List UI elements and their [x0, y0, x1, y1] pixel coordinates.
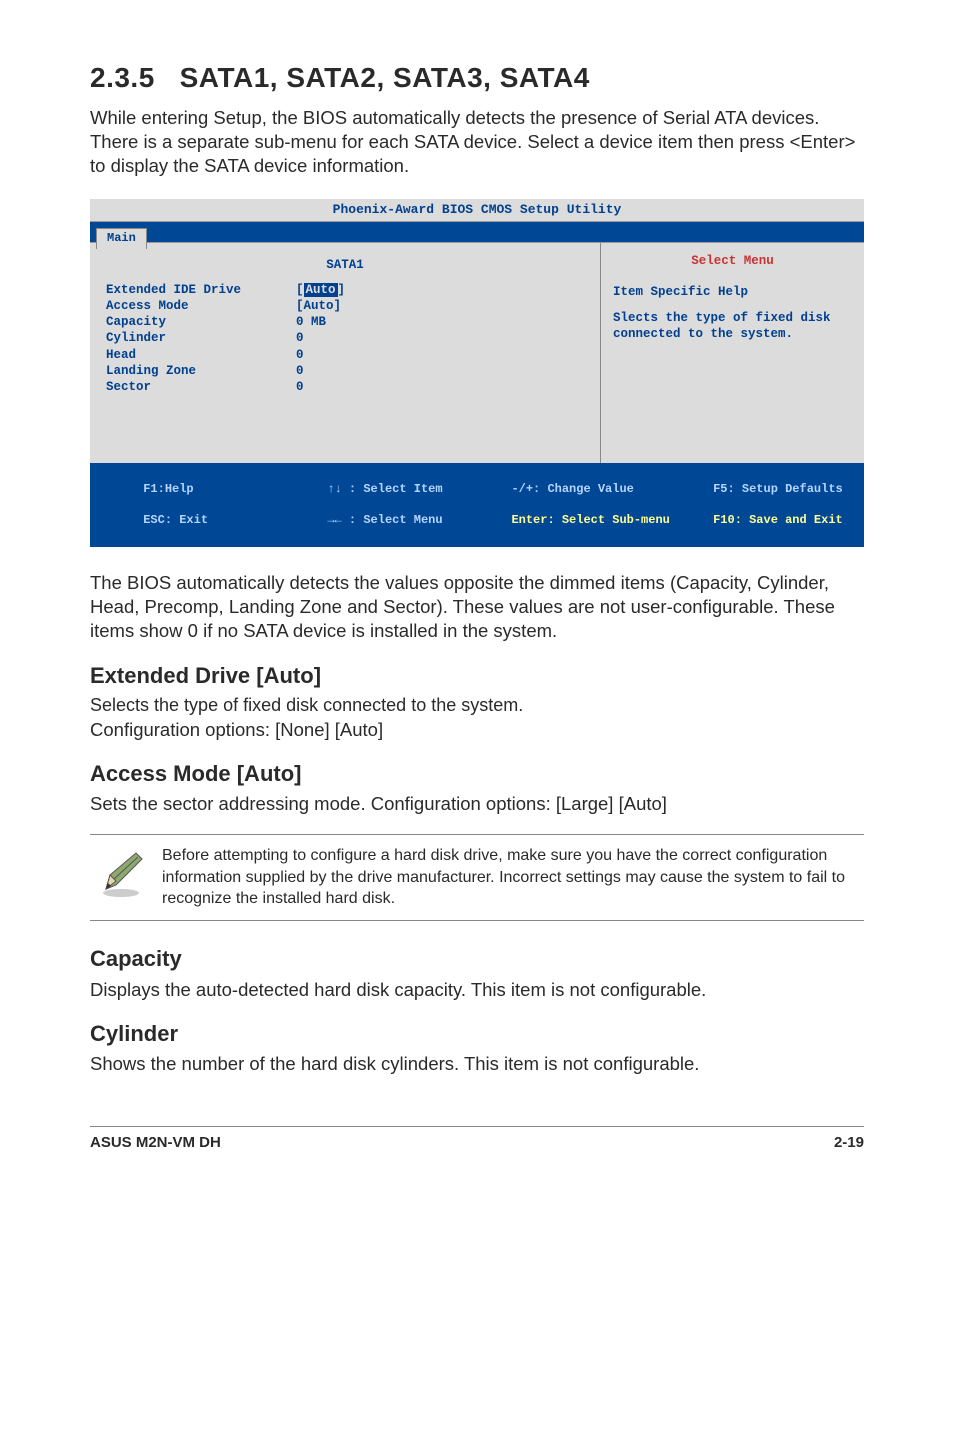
bios-window: Phoenix-Award BIOS CMOS Setup Utility Ma…	[90, 199, 864, 548]
bios-setting-value: [Auto]	[296, 282, 345, 298]
footer-left: ASUS M2N-VM DH	[90, 1133, 221, 1153]
bios-setting-row[interactable]: Extended IDE Drive[Auto]	[106, 282, 584, 298]
section-number: 2.3.5	[90, 62, 155, 93]
capacity-body: Displays the auto-detected hard disk cap…	[90, 978, 864, 1002]
bios-help-body: Slects the type of fixed disk connected …	[613, 310, 852, 343]
bios-tab-main[interactable]: Main	[96, 228, 147, 249]
bios-footer: F1:Help ESC: Exit ↑↓ : Select Item →← : …	[90, 463, 864, 547]
bios-left-header: SATA1	[106, 253, 584, 281]
cylinder-heading: Cylinder	[90, 1020, 864, 1049]
bios-setting-label: Capacity	[106, 314, 296, 330]
bios-setting-value: 0	[296, 330, 304, 346]
bios-tab-row: Main	[90, 222, 864, 242]
bios-setting-label: Sector	[106, 379, 296, 395]
cylinder-body: Shows the number of the hard disk cylind…	[90, 1052, 864, 1076]
access-mode-heading: Access Mode [Auto]	[90, 760, 864, 789]
bios-window-title: Phoenix-Award BIOS CMOS Setup Utility	[90, 199, 864, 223]
bios-setting-value: 0	[296, 363, 304, 379]
section-title: SATA1, SATA2, SATA3, SATA4	[180, 62, 590, 93]
bios-setting-value: 0	[296, 347, 304, 363]
footer-change-value: -/+: Change Value	[511, 482, 633, 496]
bios-left-panel: SATA1 Extended IDE Drive[Auto]Access Mod…	[90, 243, 600, 463]
bios-setting-label: Extended IDE Drive	[106, 282, 296, 298]
bios-setting-row[interactable]: Access Mode[Auto]	[106, 298, 584, 314]
bios-setting-row[interactable]: Capacity0 MB	[106, 314, 584, 330]
bios-setting-row[interactable]: Landing Zone0	[106, 363, 584, 379]
bios-setting-label: Head	[106, 347, 296, 363]
page-footer: ASUS M2N-VM DH 2-19	[90, 1126, 864, 1153]
section-heading: 2.3.5 SATA1, SATA2, SATA3, SATA4	[90, 60, 864, 96]
pencil-icon	[96, 849, 146, 905]
bios-help-title: Item Specific Help	[613, 284, 852, 300]
footer-help: F1:Help	[143, 482, 193, 496]
bios-right-header: Select Menu	[613, 253, 852, 269]
footer-select-menu: →← : Select Menu	[327, 513, 442, 527]
note-box: Before attempting to configure a hard di…	[90, 834, 864, 921]
footer-enter-submenu: Enter: Select Sub-menu	[511, 513, 669, 527]
footer-save-exit: F10: Save and Exit	[713, 513, 843, 527]
extended-drive-heading: Extended Drive [Auto]	[90, 662, 864, 691]
access-mode-line1: Sets the sector addressing mode. Configu…	[90, 792, 864, 816]
after-bios-text: The BIOS automatically detects the value…	[90, 571, 864, 643]
bios-body: SATA1 Extended IDE Drive[Auto]Access Mod…	[90, 242, 864, 463]
section-intro: While entering Setup, the BIOS automatic…	[90, 106, 864, 178]
footer-setup-defaults: F5: Setup Defaults	[713, 482, 843, 496]
bios-setting-label: Cylinder	[106, 330, 296, 346]
bios-setting-value: [Auto]	[296, 298, 341, 314]
bios-setting-value: 0	[296, 379, 304, 395]
extended-drive-line1: Selects the type of fixed disk connected…	[90, 694, 864, 717]
bios-setting-row[interactable]: Head0	[106, 347, 584, 363]
note-text: Before attempting to configure a hard di…	[162, 845, 858, 910]
bios-right-panel: Select Menu Item Specific Help Slects th…	[600, 243, 864, 463]
footer-select-item: ↑↓ : Select Item	[327, 482, 442, 496]
capacity-heading: Capacity	[90, 945, 864, 974]
bios-setting-row[interactable]: Cylinder0	[106, 330, 584, 346]
footer-right: 2-19	[834, 1133, 864, 1153]
extended-drive-line2: Configuration options: [None] [Auto]	[90, 718, 864, 742]
bios-setting-row[interactable]: Sector0	[106, 379, 584, 395]
bios-setting-value: 0 MB	[296, 314, 326, 330]
bios-setting-label: Landing Zone	[106, 363, 296, 379]
footer-exit: ESC: Exit	[143, 513, 208, 527]
bios-setting-label: Access Mode	[106, 298, 296, 314]
